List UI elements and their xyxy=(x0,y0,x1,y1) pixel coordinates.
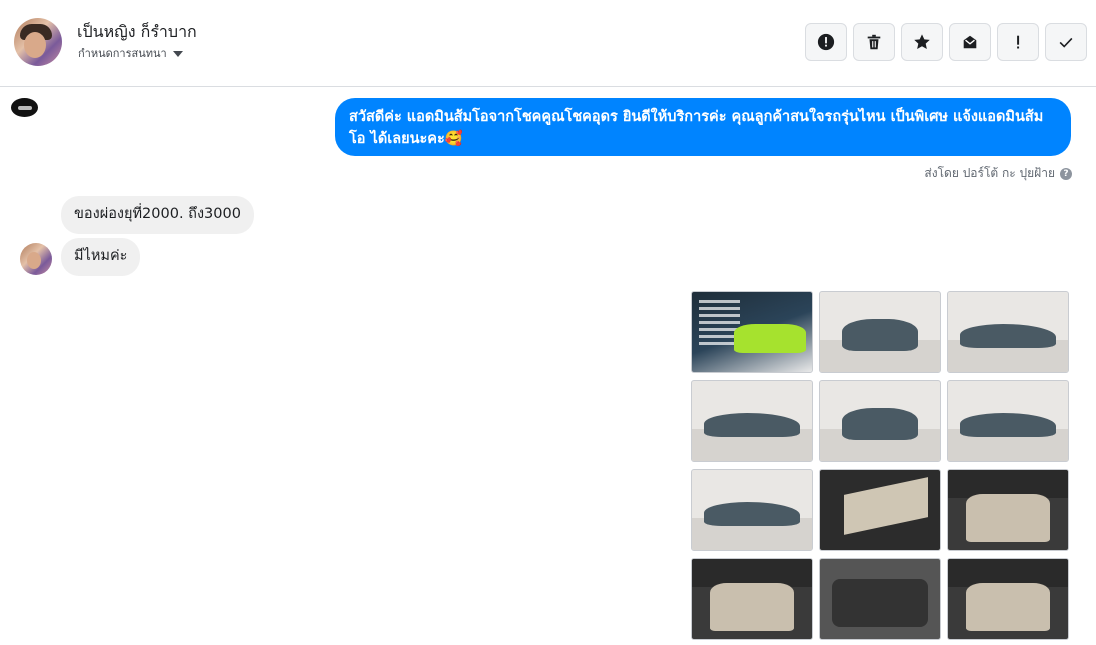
gallery-image-car-rear[interactable] xyxy=(691,380,813,462)
exclamation-icon xyxy=(1017,35,1020,49)
car-shape xyxy=(960,413,1056,437)
gallery-image-promo[interactable] xyxy=(691,291,813,373)
gallery-image-dashboard[interactable] xyxy=(947,558,1069,640)
mark-unread-button[interactable] xyxy=(949,23,991,61)
gallery-image-car-rear-center[interactable] xyxy=(819,380,941,462)
gallery-image-door-interior[interactable] xyxy=(819,469,941,551)
contact-avatar-small[interactable] xyxy=(20,243,52,275)
avatar-face xyxy=(27,252,41,269)
help-icon[interactable]: ? xyxy=(1060,167,1072,180)
sent-by-label: ส่งโดย ปอร์โต้ กะ ปุยฝ้าย ? xyxy=(924,164,1072,183)
page-logo-mark xyxy=(17,105,32,110)
contact-avatar[interactable] xyxy=(14,18,62,66)
spam-button[interactable] xyxy=(805,23,847,61)
page-logo xyxy=(11,98,38,117)
promo-car xyxy=(734,324,806,353)
contact-name[interactable]: เป็นหญิง ก็รำบาก xyxy=(77,20,197,45)
gallery-image-car-front[interactable] xyxy=(819,291,941,373)
seat-shape xyxy=(966,583,1050,631)
conversation-header: เป็นหญิง ก็รำบาก กำหนดการสนทนา xyxy=(0,0,1096,87)
header-actions xyxy=(805,23,1087,61)
car-shape xyxy=(960,324,1056,348)
chevron-down-icon xyxy=(172,50,183,57)
gallery-image-interior-console[interactable] xyxy=(691,558,813,640)
gallery-image-engine-bay[interactable] xyxy=(819,558,941,640)
incoming-message[interactable]: มีไหมค่ะ xyxy=(61,238,141,276)
mark-unread-icon xyxy=(963,35,977,49)
assign-conversation-dropdown[interactable]: กำหนดการสนทนา xyxy=(78,44,183,62)
avatar-face xyxy=(24,32,46,58)
car-shape xyxy=(704,413,800,437)
photo-gallery xyxy=(691,291,1069,640)
car-shape xyxy=(704,502,800,526)
engine-shape xyxy=(832,579,928,627)
trash-icon xyxy=(867,34,881,50)
gallery-image-interior-front[interactable] xyxy=(947,469,1069,551)
assign-conversation-label: กำหนดการสนทนา xyxy=(78,47,167,60)
alert-icon xyxy=(817,33,835,51)
gallery-image-car-side-rear[interactable] xyxy=(947,380,1069,462)
star-button[interactable] xyxy=(901,23,943,61)
car-shape xyxy=(841,319,919,352)
sent-by-text: ส่งโดย ปอร์โต้ กะ ปุยฝ้าย xyxy=(924,166,1055,180)
check-icon xyxy=(1059,37,1073,48)
door-panel xyxy=(844,477,928,535)
follow-up-button[interactable] xyxy=(997,23,1039,61)
car-shape xyxy=(841,408,919,441)
outgoing-message[interactable]: สวัสดีค่ะ แอดมินส้มโอจากโชคคูณโชคอุดร ยิ… xyxy=(335,98,1071,156)
gallery-image-car-side[interactable] xyxy=(691,469,813,551)
delete-button[interactable] xyxy=(853,23,895,61)
seat-shape xyxy=(966,494,1050,542)
seat-shape xyxy=(710,583,794,631)
gallery-image-car-front-angle[interactable] xyxy=(947,291,1069,373)
mark-done-button[interactable] xyxy=(1045,23,1087,61)
incoming-message[interactable]: ของผ่องยุที่2000. ถึง3000 xyxy=(61,196,254,234)
star-icon xyxy=(914,34,930,50)
